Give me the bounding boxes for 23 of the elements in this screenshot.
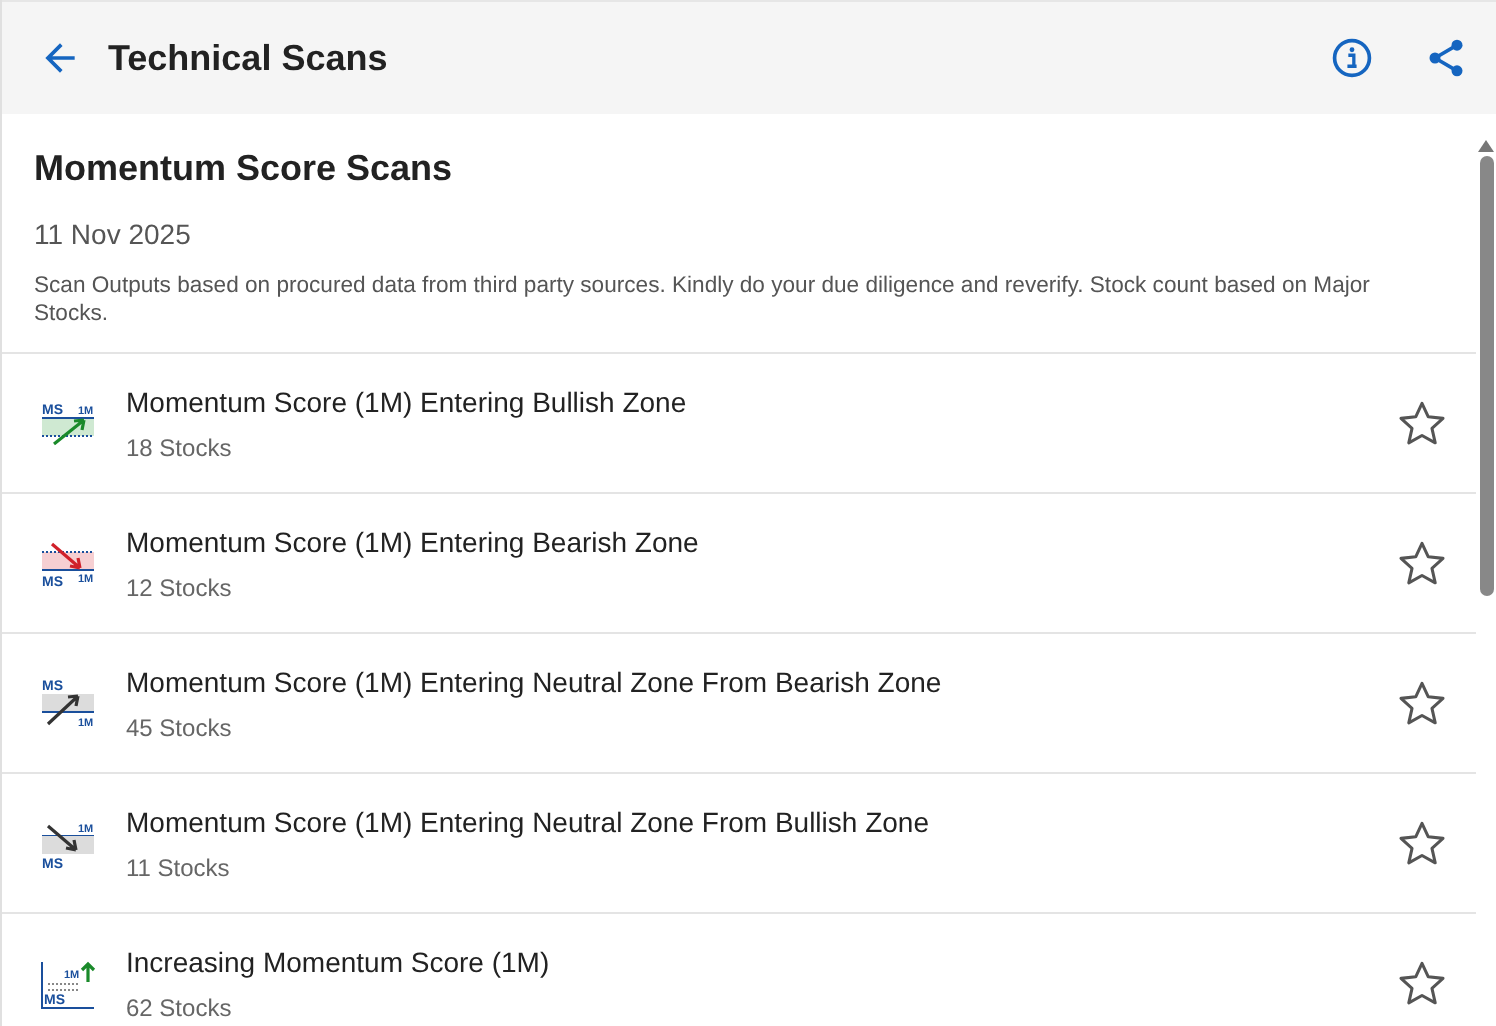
star-icon[interactable]	[1396, 537, 1448, 589]
section-title: Momentum Score Scans	[34, 148, 455, 190]
scan-title: Momentum Score (1M) Entering Bullish Zone	[126, 385, 689, 417]
scroll-up-icon[interactable]	[1478, 140, 1494, 152]
scan-title: Momentum Score (1M) Entering Neutral Zone From Bearish Zone	[126, 665, 944, 697]
star-icon[interactable]	[1396, 397, 1448, 449]
disclaimer-text: Scan Outputs based on procured data from third party sources. Kindly do your due diligence and reverify. Stock count based on Major Stocks.	[34, 272, 1372, 328]
scan-title: Increasing Momentum Score (1M)	[126, 945, 552, 977]
star-icon[interactable]	[1396, 957, 1448, 1009]
page-title: Technical Scans	[108, 37, 390, 79]
stock-count: 18 Stocks	[126, 433, 234, 461]
scan-date: 11 Nov 2025	[34, 218, 193, 250]
info-icon[interactable]	[1330, 36, 1374, 80]
stock-count: 62 Stocks	[126, 993, 234, 1021]
stock-count: 11 Stocks	[126, 853, 232, 881]
star-icon[interactable]	[1396, 677, 1448, 729]
star-icon[interactable]	[1396, 817, 1448, 869]
stock-count: 12 Stocks	[126, 573, 234, 601]
scroll-thumb[interactable]	[1479, 156, 1493, 596]
share-icon[interactable]	[1424, 36, 1468, 80]
scan-title: Momentum Score (1M) Entering Bearish Zone	[126, 525, 701, 557]
scan-title: Momentum Score (1M) Entering Neutral Zone From Bullish Zone	[126, 805, 931, 837]
stock-count: 45 Stocks	[126, 713, 234, 741]
